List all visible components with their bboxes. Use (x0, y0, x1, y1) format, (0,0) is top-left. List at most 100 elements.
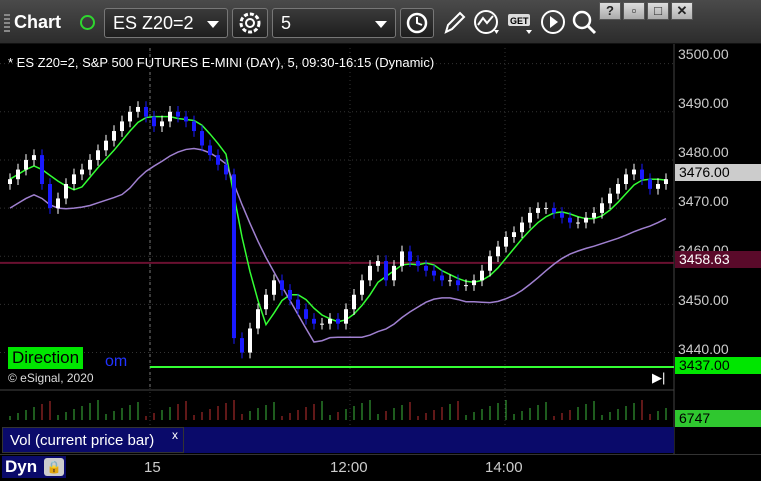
price-tick: 3450.00 (678, 292, 729, 308)
candle-body (232, 174, 236, 339)
price-tick: 3480.00 (678, 144, 729, 160)
candle-body (576, 222, 580, 224)
time-tick: 15 (144, 459, 161, 476)
direction-label-suffix: om (105, 353, 128, 370)
grip-handle[interactable] (4, 14, 10, 32)
maximize-button[interactable]: □ (647, 2, 669, 20)
candle-body (312, 318, 316, 324)
time-tick: 14:00 (485, 459, 523, 476)
lock-icon[interactable]: 🔒 (44, 458, 64, 476)
restore-button[interactable]: ▫ (623, 2, 645, 20)
candle-body (216, 155, 220, 165)
candle-body (16, 169, 20, 180)
interval-value: 5 (281, 13, 292, 33)
candle-body (88, 159, 92, 170)
play-icon[interactable] (540, 8, 568, 38)
time-template-button[interactable] (400, 8, 434, 38)
candle-body (648, 179, 652, 189)
candle-body (56, 198, 60, 209)
candle-body (424, 265, 428, 271)
candle-body (304, 309, 308, 319)
candle-body (488, 256, 492, 271)
candle-body (584, 217, 588, 223)
candle-body (456, 280, 460, 286)
candle-body (384, 261, 388, 281)
candle-body (480, 270, 484, 281)
candle-body (392, 265, 396, 281)
candle-body (168, 111, 172, 122)
candle-body (416, 261, 420, 266)
candle-body (368, 265, 372, 281)
candle-body (408, 251, 412, 262)
interval-select[interactable]: 5 (272, 8, 396, 38)
candle-body (152, 116, 156, 127)
level-price-badge: 3458.63 (675, 251, 761, 268)
chevron-down-icon[interactable] (375, 21, 387, 28)
candle-body (472, 280, 476, 286)
candle-body (504, 236, 508, 247)
candle-body (568, 217, 572, 223)
candle-body (24, 159, 28, 170)
candle-body (464, 285, 468, 287)
candle-body (200, 131, 204, 146)
symbol-value: ES Z20=2 (113, 13, 194, 33)
candle-body (544, 208, 548, 210)
candle-body (560, 212, 564, 218)
candle-body (336, 318, 340, 324)
candle-body (344, 309, 348, 324)
price-tick: 3440.00 (678, 341, 729, 357)
candle-body (288, 289, 292, 300)
candle-body (40, 155, 44, 185)
volume-label: Vol (current price bar) (10, 432, 155, 449)
price-tick: 3490.00 (678, 95, 729, 111)
time-axis[interactable] (0, 454, 761, 481)
purple-ma-line (9, 147, 667, 343)
candle-body (248, 328, 252, 353)
candle-body (448, 280, 452, 282)
candle-body (104, 140, 108, 151)
candle-body (128, 111, 132, 122)
volume-footer-bar (184, 427, 674, 453)
svg-text:GET: GET (510, 16, 529, 26)
candle-body (400, 251, 404, 266)
app-title: Chart (14, 12, 62, 32)
candle-body (208, 145, 212, 156)
candle-body (120, 121, 124, 132)
indicator-icon[interactable] (472, 8, 502, 38)
candle-body (528, 212, 532, 223)
candle-body (192, 121, 196, 132)
candle-body (96, 150, 100, 160)
candle-body (80, 169, 84, 175)
candle-body (632, 169, 636, 175)
green-ma-line (9, 115, 667, 327)
get-icon[interactable]: GET (506, 8, 536, 38)
candle-body (280, 280, 284, 290)
settings-button[interactable] (232, 8, 268, 38)
pencil-icon[interactable] (442, 8, 468, 38)
candle-body (112, 131, 116, 141)
price-chart[interactable] (0, 44, 761, 454)
help-button[interactable]: ? (599, 2, 621, 20)
candle-body (440, 275, 444, 281)
candle-body (640, 169, 644, 180)
candle-body (376, 261, 380, 266)
close-icon[interactable]: x (172, 428, 178, 442)
candle-body (136, 106, 140, 112)
candle-body (624, 174, 628, 185)
symbol-input[interactable]: ES Z20=2 (104, 8, 228, 38)
candle-body (608, 193, 612, 204)
price-tick: 3500.00 (678, 46, 729, 62)
candle-body (32, 155, 36, 160)
candle-body (256, 309, 260, 329)
dynamic-label[interactable]: Dyn (5, 457, 37, 477)
candle-body (296, 299, 300, 310)
candle-body (536, 208, 540, 213)
chevron-down-icon[interactable] (207, 21, 219, 28)
go-to-end-icon[interactable]: ▶| (652, 370, 670, 385)
candle-body (656, 184, 660, 189)
candle-body (616, 184, 620, 194)
volume-badge: 6747 (675, 410, 761, 427)
candle-body (224, 164, 228, 175)
search-icon[interactable] (570, 8, 598, 38)
close-button[interactable]: ✕ (671, 2, 693, 20)
